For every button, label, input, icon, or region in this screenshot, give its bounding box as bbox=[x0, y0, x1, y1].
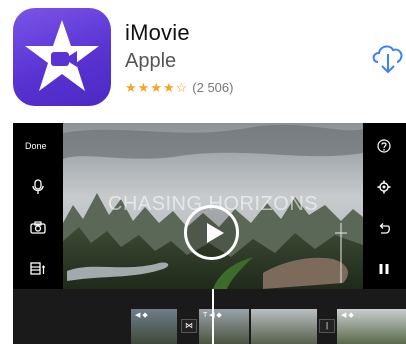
microphone-icon[interactable] bbox=[32, 179, 44, 195]
play-icon bbox=[207, 223, 224, 243]
left-toolbar: Done bbox=[13, 123, 63, 289]
star-icon: ★ bbox=[150, 79, 162, 95]
timeline-clip[interactable]: ◀ ◆ bbox=[337, 309, 406, 344]
star-icon: ★ bbox=[137, 79, 150, 95]
app-name: iMovie bbox=[125, 20, 190, 45]
cloud-download-icon bbox=[372, 45, 403, 74]
app-screenshot[interactable]: Done CHASING HORIZONS ◀ ◆ ⋈ T ◆ | ◀ ◆ bbox=[13, 123, 406, 344]
star-icon: ★ bbox=[162, 79, 175, 95]
clip-audio-icon: ◀ ◆ bbox=[135, 312, 148, 319]
transition-icon[interactable]: | bbox=[319, 319, 335, 333]
play-button[interactable] bbox=[184, 205, 239, 260]
transition-icon[interactable]: ⋈ bbox=[181, 319, 197, 333]
rating-row: ★ ★ ★ ★ ☆ (2 506) bbox=[125, 79, 233, 95]
timeline-clip[interactable]: T ◀ ◆ bbox=[199, 309, 249, 344]
rating-stars: ★ ★ ★ ★ ☆ bbox=[125, 81, 187, 94]
playhead[interactable] bbox=[212, 289, 214, 344]
pause-icon[interactable] bbox=[378, 263, 390, 275]
imovie-star-camera-icon bbox=[25, 20, 99, 91]
camera-icon[interactable] bbox=[30, 221, 46, 234]
clip-audio-icon: ◀ ◆ bbox=[341, 312, 354, 319]
timeline-clip[interactable] bbox=[251, 309, 317, 344]
rating-count: (2 506) bbox=[192, 79, 234, 95]
download-button[interactable] bbox=[370, 38, 406, 78]
timeline[interactable]: ◀ ◆ ⋈ T ◀ ◆ | ◀ ◆ bbox=[13, 289, 406, 344]
right-toolbar bbox=[363, 123, 406, 289]
help-icon[interactable] bbox=[377, 139, 391, 153]
star-icon: ★ bbox=[125, 79, 137, 95]
undo-icon[interactable] bbox=[377, 222, 391, 235]
video-preview[interactable]: CHASING HORIZONS bbox=[63, 123, 363, 289]
clips-icon[interactable] bbox=[30, 262, 46, 276]
timeline-clip[interactable]: ◀ ◆ bbox=[131, 309, 177, 344]
done-button[interactable]: Done bbox=[25, 141, 47, 151]
app-icon bbox=[13, 8, 111, 106]
settings-icon[interactable] bbox=[377, 180, 391, 194]
star-half-icon: ☆ bbox=[175, 79, 188, 95]
app-developer[interactable]: Apple bbox=[125, 50, 176, 73]
